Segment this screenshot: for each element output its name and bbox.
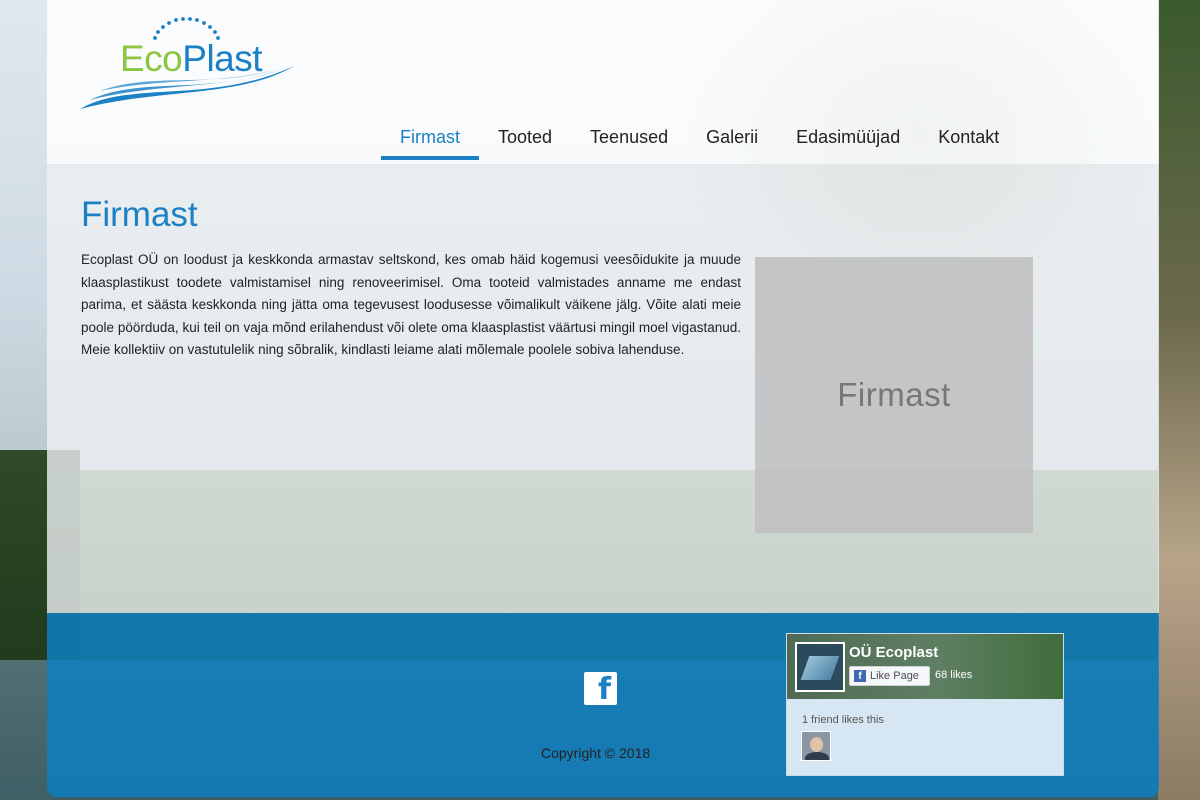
facebook-small-icon: f [854, 670, 866, 682]
site-footer: f Copyright © 2018 OÜ Ecoplast f Like Pa… [47, 613, 1159, 797]
image-placeholder-label: Firmast [837, 376, 951, 413]
logo-eco: Eco [120, 38, 183, 79]
site-logo[interactable]: EcoPlast [80, 10, 300, 115]
facebook-friends-text: 1 friend likes this [802, 714, 884, 726]
main-content: Firmast Ecoplast OÜ on loodust ja keskko… [47, 164, 1159, 613]
facebook-like-page-button[interactable]: f Like Page [849, 666, 930, 686]
nav-item-teenused[interactable]: Teenused [571, 120, 687, 160]
image-placeholder: Firmast [755, 257, 1033, 533]
page-title: Firmast [81, 195, 198, 234]
nav-item-firmast[interactable]: Firmast [381, 120, 479, 160]
page-panel: EcoPlast Firmast Tooted Teenused Galerii… [47, 0, 1159, 797]
facebook-page-widget: OÜ Ecoplast f Like Page 68 likes 1 frien… [786, 633, 1064, 776]
facebook-icon[interactable]: f [584, 672, 617, 705]
background-cliff [1158, 0, 1200, 800]
facebook-likes-count: 68 likes [935, 669, 973, 681]
facebook-page-name[interactable]: OÜ Ecoplast [849, 644, 938, 661]
nav-item-tooted[interactable]: Tooted [479, 120, 571, 160]
facebook-like-label: Like Page [870, 670, 919, 682]
main-nav: Firmast Tooted Teenused Galerii Edasimüü… [381, 120, 1018, 160]
nav-item-galerii[interactable]: Galerii [687, 120, 777, 160]
facebook-page-thumbnail[interactable] [795, 642, 845, 692]
nav-item-edasimuujad[interactable]: Edasimüüjad [777, 120, 919, 160]
logo-wordmark: EcoPlast [120, 38, 263, 80]
copyright-text: Copyright © 2018 [541, 745, 651, 761]
about-text: Ecoplast OÜ on loodust ja keskkonda arma… [81, 252, 741, 357]
site-header: EcoPlast Firmast Tooted Teenused Galerii… [47, 0, 1159, 164]
logo-plast: Plast [182, 38, 263, 79]
nav-item-kontakt[interactable]: Kontakt [919, 120, 1018, 160]
avatar[interactable] [801, 731, 831, 761]
